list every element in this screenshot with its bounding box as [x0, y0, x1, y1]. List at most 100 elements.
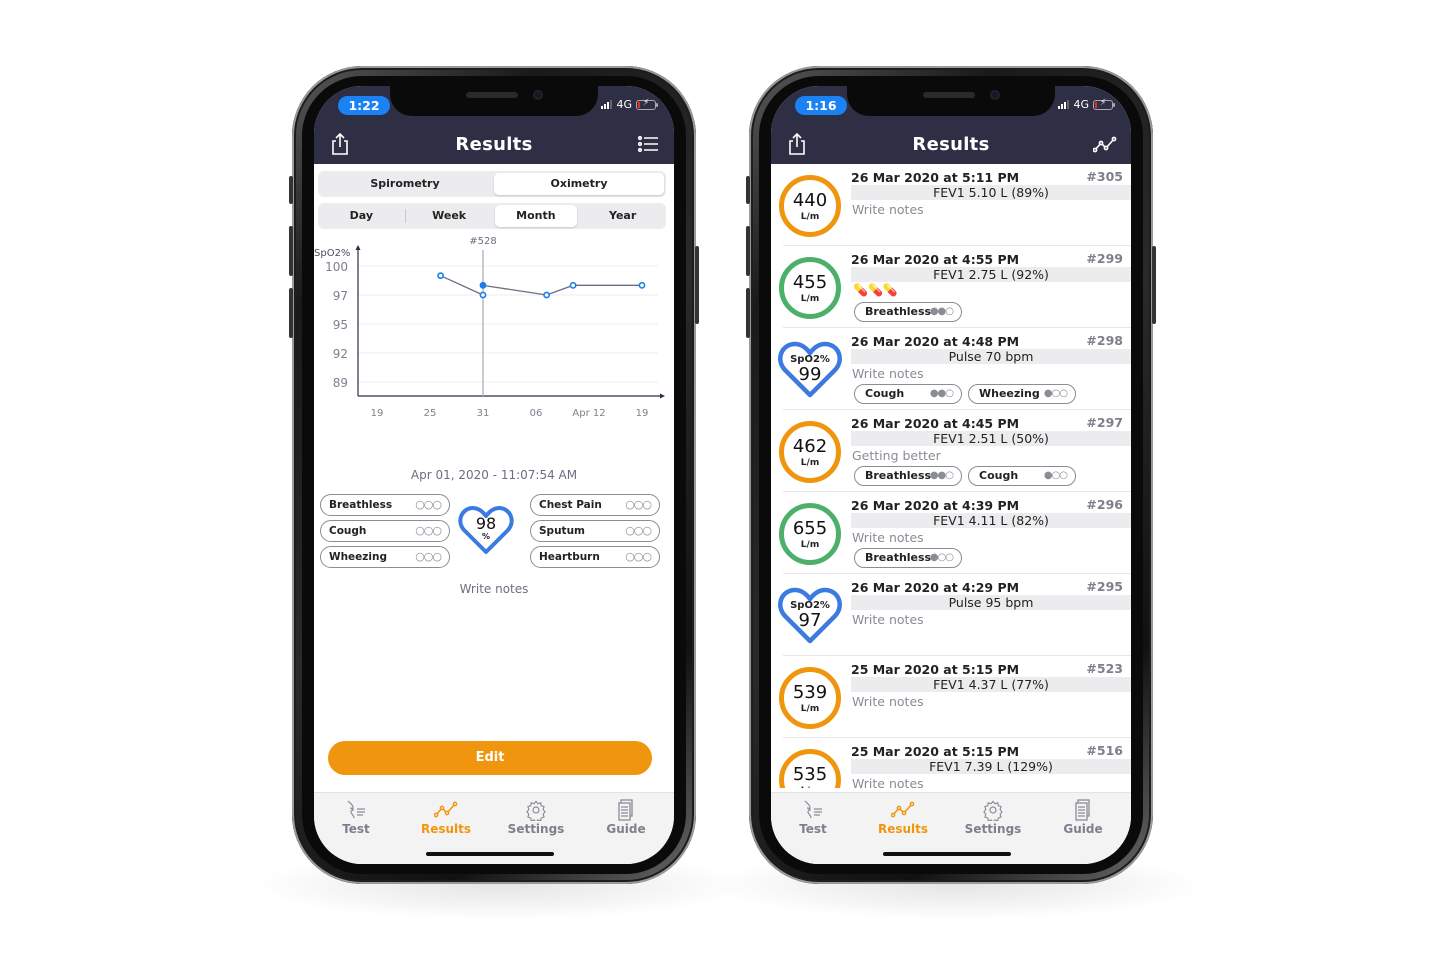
- result-notes[interactable]: Write notes: [852, 612, 924, 627]
- camera: [990, 90, 1000, 100]
- result-row[interactable]: 455 L/m 26 Mar 2020 at 4:55 PM #299 FEV1 2.7…: [771, 246, 1131, 328]
- home-indicator[interactable]: [426, 852, 554, 856]
- left-screen: 1:22 4G ⚡ Results Spirometry Oximetry Da…: [314, 86, 674, 864]
- symptom-sputum[interactable]: Sputum ○○○: [530, 520, 660, 542]
- result-notes[interactable]: Write notes: [852, 694, 924, 709]
- symptom-level: ○○○: [415, 550, 442, 563]
- status-indicators: 4G ⚡: [1058, 98, 1115, 111]
- peak-flow-ring: 455 L/m: [779, 257, 841, 319]
- result-row[interactable]: 655 L/m 26 Mar 2020 at 4:39 PM #296 FEV1 4.1…: [771, 492, 1131, 574]
- tabbar-item-settings[interactable]: Settings: [953, 799, 1033, 836]
- tab-year[interactable]: Year: [581, 205, 664, 227]
- y-tick-label: 100: [325, 260, 348, 274]
- symptom-heartburn[interactable]: Heartburn ○○○: [530, 546, 660, 568]
- app-header: 1:16 4G ⚡ Results: [771, 86, 1131, 164]
- chip-level: ●○○: [929, 552, 954, 563]
- results-chart-icon: [891, 801, 915, 818]
- status-time: 1:16: [795, 96, 847, 115]
- x-tick-label: 31: [477, 408, 490, 419]
- chip-label: Breathless: [865, 305, 932, 318]
- results-list[interactable]: 440 L/m 26 Mar 2020 at 5:11 PM #305 FEV1 5.1…: [771, 164, 1131, 788]
- spo2-chart[interactable]: 100 97 95 92 89 SpO2% 19 25 31 06 Apr 12 19 #528: [314, 236, 674, 426]
- spo2-value: 97: [798, 610, 822, 631]
- tabbar-item-guide[interactable]: Guide: [586, 799, 666, 836]
- symptom-chip[interactable]: Cough ●○○: [968, 466, 1076, 486]
- result-date: 26 Mar 2020 at 4:39 PM: [851, 498, 1020, 513]
- peak-flow-unit: L/m: [784, 786, 836, 788]
- chip-label: Cough: [865, 387, 905, 400]
- speaker: [466, 92, 518, 98]
- result-row[interactable]: 539 L/m 25 Mar 2020 at 5:15 PM #523 FEV1 4.3…: [771, 656, 1131, 738]
- symptom-chip[interactable]: Breathless ●○○: [854, 548, 962, 568]
- network-label: 4G: [616, 98, 632, 111]
- tab-week[interactable]: Week: [408, 205, 491, 227]
- list-icon[interactable]: [636, 132, 660, 156]
- tab-label: Test: [342, 822, 370, 836]
- tabbar-item-test[interactable]: Test: [773, 799, 853, 836]
- series-line: [440, 275, 484, 296]
- tab-oximetry[interactable]: Oximetry: [494, 173, 664, 195]
- symptom-chip[interactable]: Wheezing ●○○: [968, 384, 1076, 404]
- home-indicator[interactable]: [883, 852, 1011, 856]
- tabbar-item-guide[interactable]: Guide: [1043, 799, 1123, 836]
- symptom-level: ○○○: [625, 524, 652, 537]
- symptom-level: ○○○: [415, 498, 442, 511]
- result-date: 26 Mar 2020 at 5:11 PM: [851, 170, 1020, 185]
- notch: [847, 86, 1055, 116]
- tab-day[interactable]: Day: [320, 205, 403, 227]
- cursor-label: #528: [469, 236, 496, 247]
- result-date: 26 Mar 2020 at 4:55 PM: [851, 252, 1020, 267]
- result-id: #516: [1086, 743, 1123, 758]
- result-row[interactable]: SpO2% 97 26 Mar 2020 at 4:29 PM #295 Pulse 9…: [771, 574, 1131, 656]
- tab-label: Guide: [1063, 822, 1103, 836]
- symptom-breathless[interactable]: Breathless ○○○: [320, 494, 450, 516]
- battery-icon: ⚡: [1093, 98, 1115, 110]
- medication-icons: 💊💊💊: [853, 283, 898, 297]
- status-time: 1:22: [338, 96, 390, 115]
- symptom-wheezing[interactable]: Wheezing ○○○: [320, 546, 450, 568]
- document-icon: [618, 799, 633, 821]
- result-notes[interactable]: Write notes: [852, 366, 924, 381]
- tabbar-item-test[interactable]: Test: [316, 799, 396, 836]
- chip-label: Wheezing: [979, 387, 1040, 400]
- x-tick-label: 19: [371, 408, 384, 419]
- symptom-chip[interactable]: Breathless ●●○: [854, 466, 962, 486]
- chip-label: Cough: [979, 469, 1019, 482]
- chart-icon[interactable]: [1093, 132, 1117, 156]
- result-row[interactable]: 535L/m 25 Mar 2020 at 5:15 PM #516FEV1 7.3…: [771, 738, 1131, 788]
- result-notes[interactable]: Getting better: [852, 448, 941, 463]
- write-notes-link[interactable]: Write notes: [314, 582, 674, 596]
- result-row[interactable]: 462 L/m 26 Mar 2020 at 4:45 PM #297 FEV1 2.5…: [771, 410, 1131, 492]
- tab-month[interactable]: Month: [494, 205, 578, 227]
- speaker: [923, 92, 975, 98]
- tab-label: Test: [799, 822, 827, 836]
- result-row[interactable]: 440 L/m 26 Mar 2020 at 5:11 PM #305 FEV1 5.1…: [771, 164, 1131, 246]
- results-chart-icon: [434, 801, 458, 818]
- edit-button[interactable]: Edit: [328, 741, 652, 775]
- chip-label: Breathless: [865, 551, 932, 564]
- y-tick-label: 97: [333, 289, 348, 303]
- symptom-cough[interactable]: Cough ○○○: [320, 520, 450, 542]
- result-notes[interactable]: Write notes: [852, 530, 924, 545]
- chip-level: ●○○: [1043, 470, 1068, 481]
- result-row[interactable]: SpO2% 99 26 Mar 2020 at 4:48 PM #298 Pulse 7…: [771, 328, 1131, 410]
- tab-spirometry[interactable]: Spirometry: [320, 173, 490, 195]
- symptom-chest-pain[interactable]: Chest Pain ○○○: [530, 494, 660, 516]
- chip-level: ●●○: [929, 470, 954, 481]
- peak-flow-unit: L/m: [800, 540, 820, 550]
- tab-label: Settings: [964, 822, 1022, 836]
- tabbar-item-results[interactable]: Results: [863, 799, 943, 836]
- tabbar-item-results[interactable]: Results: [406, 799, 486, 836]
- peak-flow-unit: L/m: [800, 458, 820, 468]
- symptom-chip[interactable]: Cough ●●○: [854, 384, 962, 404]
- result-notes[interactable]: Write notes: [852, 202, 924, 217]
- notch: [390, 86, 598, 116]
- signal-icon: [1058, 100, 1070, 109]
- peak-flow-value: 440: [792, 190, 828, 211]
- y-tick-label: 92: [333, 347, 348, 361]
- symptom-chip[interactable]: Breathless ●●○: [854, 302, 962, 322]
- result-notes[interactable]: Write notes: [852, 776, 924, 788]
- tabbar-item-settings[interactable]: Settings: [496, 799, 576, 836]
- symptom-label: Cough: [329, 525, 367, 537]
- spo2-value: 99: [798, 364, 822, 385]
